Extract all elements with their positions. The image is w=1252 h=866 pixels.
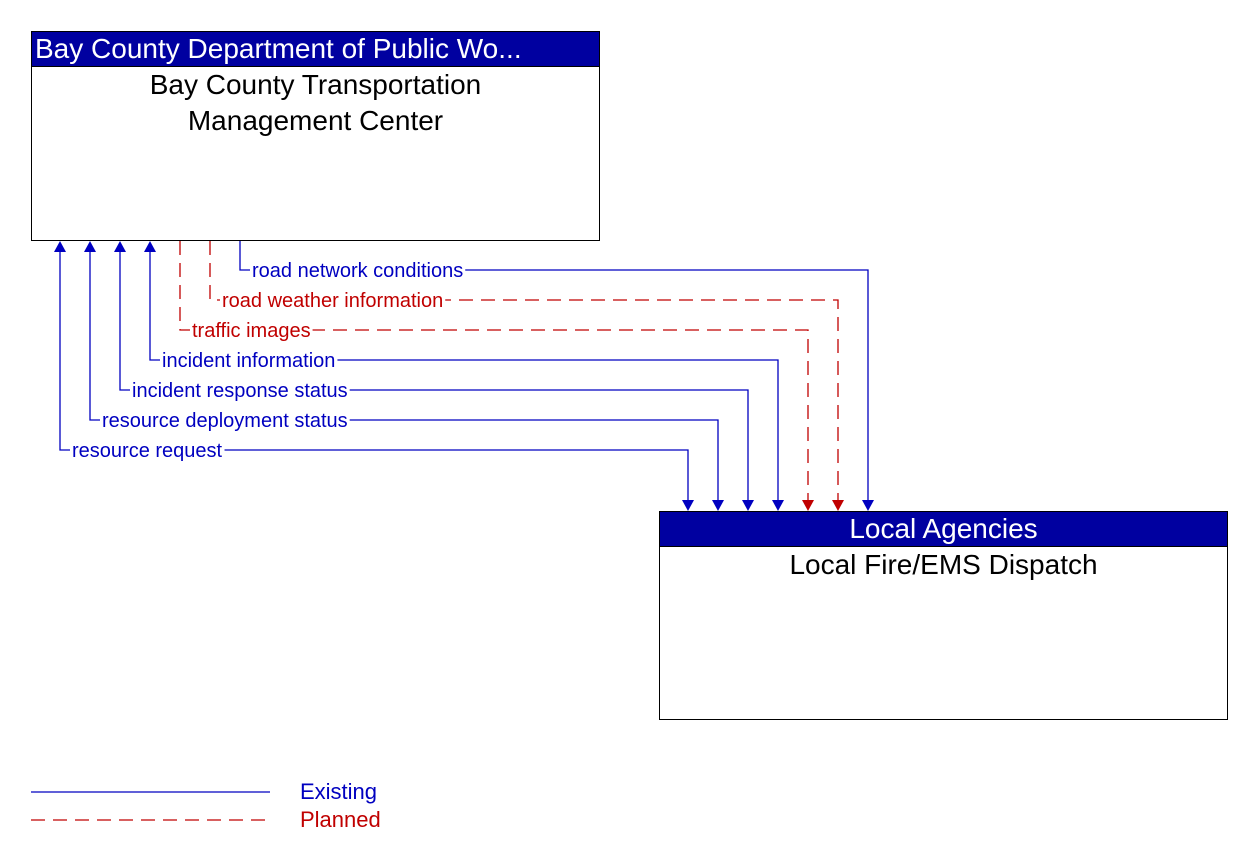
- legend-existing-label: Existing: [300, 779, 378, 804]
- legend: [31, 791, 270, 821]
- legend-planned-label: Planned: [300, 807, 381, 832]
